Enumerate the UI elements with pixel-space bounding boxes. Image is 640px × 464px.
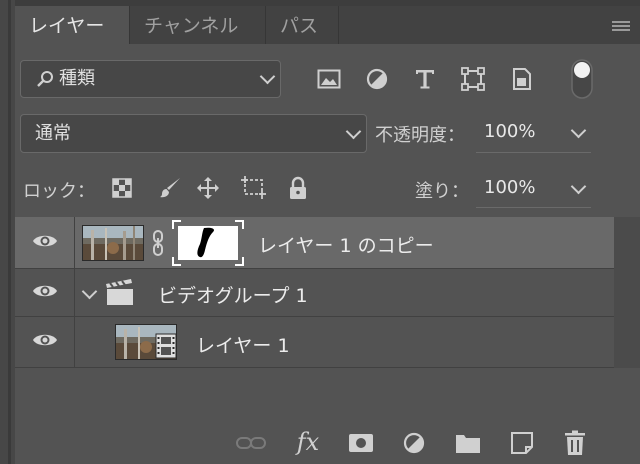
layer-row[interactable]: レイヤー 1 のコピー xyxy=(15,217,614,269)
lock-transparent-pixels-icon[interactable] xyxy=(111,177,133,199)
visibility-toggle[interactable] xyxy=(15,217,75,268)
eye-icon xyxy=(32,283,58,303)
lock-label: ロック： xyxy=(23,181,95,202)
fill-label: 塗り： xyxy=(415,181,469,202)
layer-mask-thumbnail[interactable] xyxy=(172,220,244,266)
layer-name[interactable]: レイヤー 1 xyxy=(196,331,290,358)
layer-name[interactable]: ビデオグループ 1 xyxy=(158,281,308,308)
lock-all-icon[interactable] xyxy=(287,175,309,201)
mask-link-icon[interactable] xyxy=(151,229,165,261)
left-dock-strip xyxy=(0,0,15,464)
tab-paths[interactable]: パス xyxy=(266,6,338,44)
layer-row[interactable]: ビデオグループ 1 xyxy=(15,269,614,317)
film-strip-icon xyxy=(155,333,177,363)
fill-field[interactable]: 100% xyxy=(476,169,591,208)
lock-position-icon[interactable] xyxy=(195,175,221,201)
panel-tab-bar: レイヤー チャンネル パス xyxy=(15,6,640,44)
visibility-toggle[interactable] xyxy=(15,317,75,367)
panel-menu-icon[interactable] xyxy=(612,21,630,31)
group-folder-icon[interactable] xyxy=(454,431,482,455)
eye-icon xyxy=(32,233,58,253)
add-mask-icon[interactable] xyxy=(347,431,375,455)
adjustment-layer-icon[interactable] xyxy=(401,430,427,456)
layer-name[interactable]: レイヤー 1 のコピー xyxy=(258,231,434,258)
image-filter-icon[interactable] xyxy=(317,68,341,90)
shape-filter-icon[interactable] xyxy=(461,67,485,91)
prevent-auto-nesting-icon[interactable] xyxy=(240,175,268,201)
blend-mode-value: 通常 xyxy=(35,123,71,144)
search-icon xyxy=(35,70,55,94)
blend-mode-dropdown[interactable]: 通常 xyxy=(20,114,367,153)
chevron-down-icon[interactable] xyxy=(81,283,98,300)
link-layers-icon[interactable] xyxy=(236,431,266,455)
bottom-toolbar: fx xyxy=(15,420,640,464)
chevron-down-icon xyxy=(259,68,276,85)
fill-value: 100% xyxy=(484,177,536,198)
layer-row[interactable]: レイヤー 1 xyxy=(15,317,614,368)
adjustment-filter-icon[interactable] xyxy=(365,67,389,91)
tab-layers[interactable]: レイヤー xyxy=(15,6,129,44)
chevron-down-icon xyxy=(570,122,587,139)
smart-object-filter-icon[interactable] xyxy=(510,67,534,91)
fx-icon[interactable]: fx xyxy=(291,426,325,458)
opacity-label: 不透明度： xyxy=(375,125,465,146)
eye-icon xyxy=(32,332,58,352)
new-layer-icon[interactable] xyxy=(509,430,535,456)
chevron-down-icon xyxy=(345,123,362,140)
opacity-value: 100% xyxy=(484,121,536,142)
text-filter-icon[interactable] xyxy=(413,67,437,91)
layers-scrollbar-track[interactable] xyxy=(614,217,640,368)
lock-image-pixels-icon[interactable] xyxy=(157,175,183,201)
layer-thumbnail[interactable] xyxy=(82,225,144,261)
video-group-icon xyxy=(105,278,135,310)
filter-toggle-switch[interactable] xyxy=(569,58,595,100)
trash-icon[interactable] xyxy=(562,429,588,457)
filter-kind-dropdown[interactable]: 種類 xyxy=(20,60,281,98)
filter-kind-label: 種類 xyxy=(59,68,95,89)
opacity-field[interactable]: 100% xyxy=(476,114,591,153)
visibility-toggle[interactable] xyxy=(15,269,75,316)
chevron-down-icon xyxy=(570,178,587,195)
tab-channels[interactable]: チャンネル xyxy=(130,6,265,44)
